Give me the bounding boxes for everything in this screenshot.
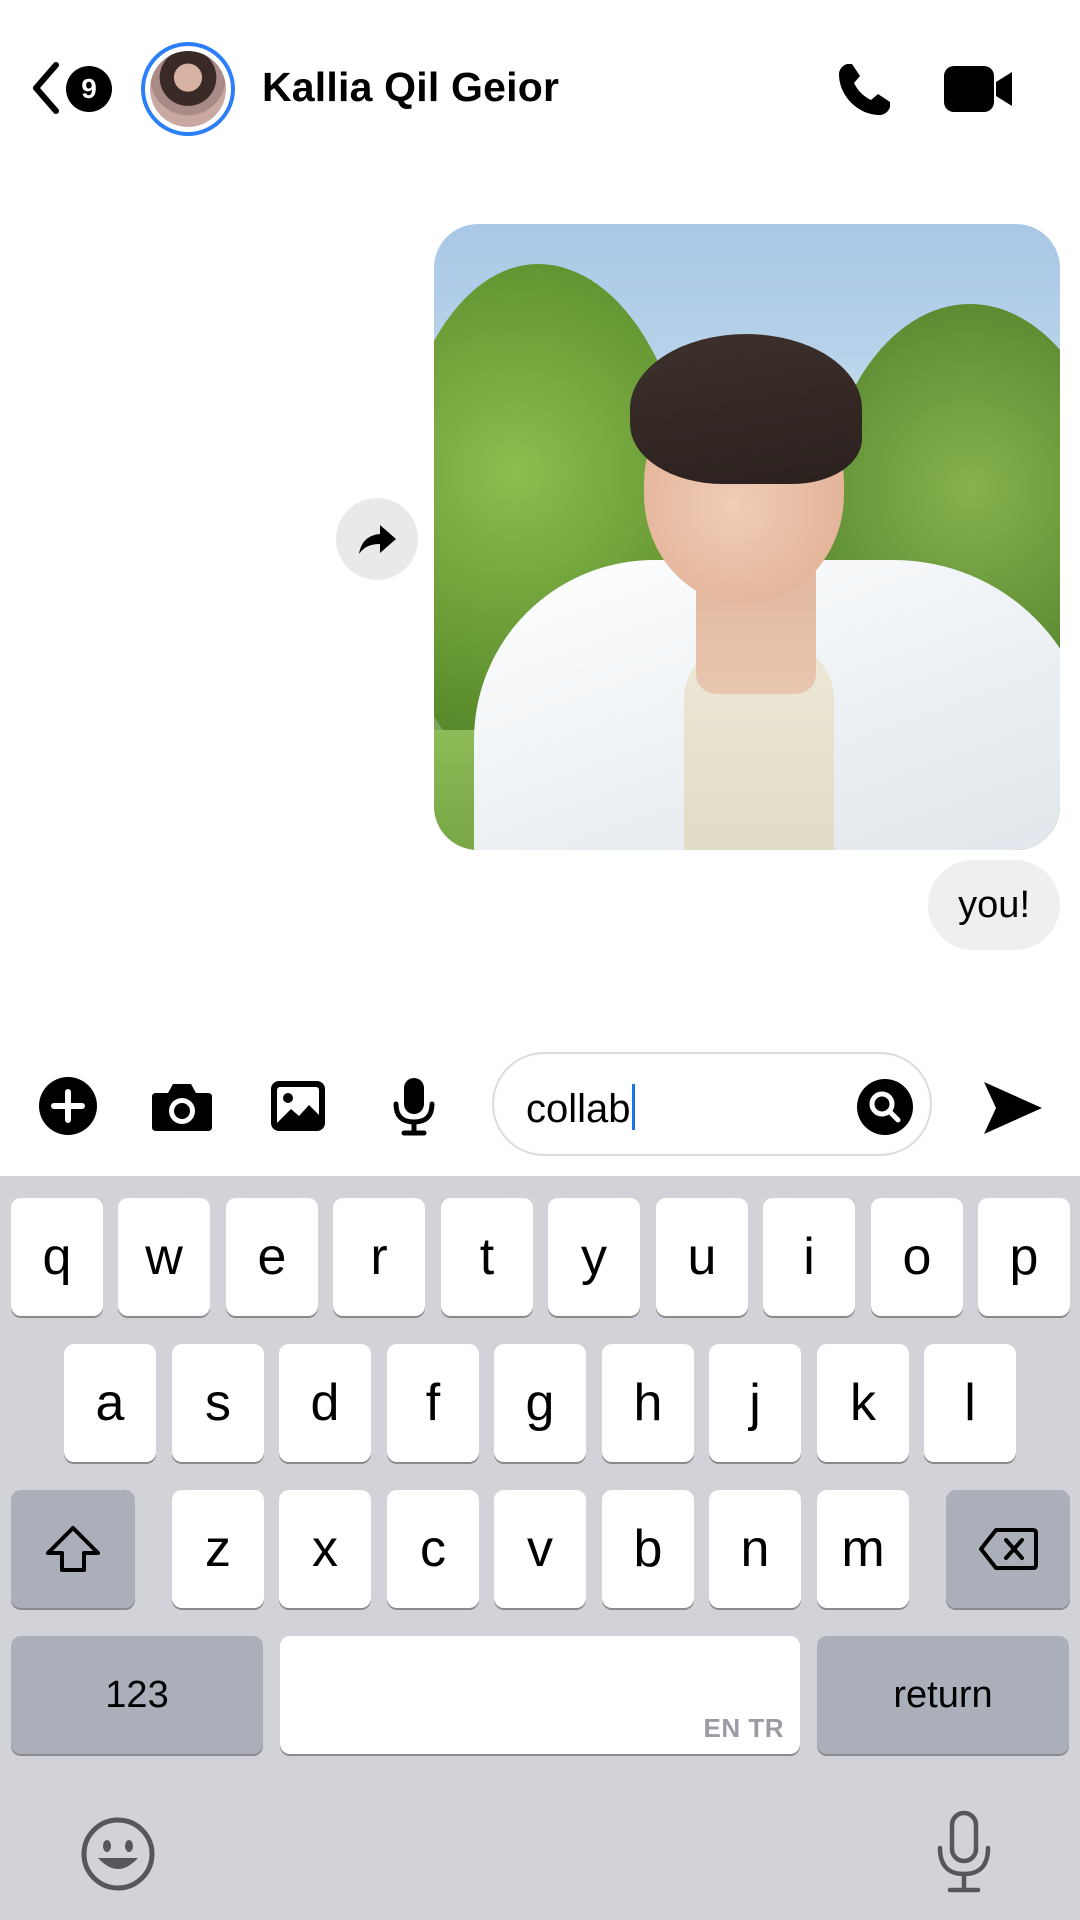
key-l[interactable]: l xyxy=(924,1344,1016,1462)
send-button[interactable] xyxy=(980,1078,1046,1138)
photo-message[interactable] xyxy=(434,224,1060,850)
key-t[interactable]: t xyxy=(441,1198,533,1316)
key-e[interactable]: e xyxy=(226,1198,318,1316)
numbers-key[interactable]: 123 xyxy=(11,1636,263,1754)
add-icon xyxy=(39,1077,97,1135)
key-j[interactable]: j xyxy=(709,1344,801,1462)
key-r[interactable]: r xyxy=(333,1198,425,1316)
microphone-icon xyxy=(393,1078,435,1136)
key-f[interactable]: f xyxy=(387,1344,479,1462)
key-z[interactable]: z xyxy=(172,1490,264,1608)
search-icon xyxy=(857,1079,913,1135)
add-button[interactable] xyxy=(36,1074,100,1138)
key-y[interactable]: y xyxy=(548,1198,640,1316)
return-key[interactable]: return xyxy=(817,1636,1069,1754)
message-input[interactable]: collab xyxy=(492,1052,932,1156)
dictation-mic-icon xyxy=(937,1810,991,1893)
video-camera-icon xyxy=(944,66,1012,112)
key-p[interactable]: p xyxy=(978,1198,1070,1316)
key-b[interactable]: b xyxy=(602,1490,694,1608)
camera-button[interactable] xyxy=(150,1074,214,1138)
shift-icon xyxy=(46,1526,100,1572)
key-d[interactable]: d xyxy=(279,1344,371,1462)
forward-button[interactable] xyxy=(336,498,418,580)
key-i[interactable]: i xyxy=(763,1198,855,1316)
voice-call-button[interactable] xyxy=(834,60,894,120)
key-v[interactable]: v xyxy=(494,1490,586,1608)
key-g[interactable]: g xyxy=(494,1344,586,1462)
video-call-button[interactable] xyxy=(942,62,1014,116)
key-c[interactable]: c xyxy=(387,1490,479,1608)
photo-hair xyxy=(630,334,862,484)
key-n[interactable]: n xyxy=(709,1490,801,1608)
send-icon xyxy=(984,1082,1042,1134)
gallery-button[interactable] xyxy=(266,1074,330,1138)
search-button[interactable] xyxy=(856,1078,914,1136)
message-composer: collab xyxy=(0,1040,1080,1170)
key-k[interactable]: k xyxy=(817,1344,909,1462)
gallery-icon xyxy=(271,1081,325,1131)
contact-avatar[interactable] xyxy=(141,42,235,136)
keyboard-language-tag: EN TR xyxy=(703,1713,784,1743)
key-q[interactable]: q xyxy=(11,1198,103,1316)
avatar-image xyxy=(150,51,226,127)
key-s[interactable]: s xyxy=(172,1344,264,1462)
unread-count-badge: 9 xyxy=(66,66,112,112)
space-key[interactable]: EN TR xyxy=(280,1636,800,1754)
message-bubble[interactable]: you! xyxy=(928,860,1060,950)
voice-message-button[interactable] xyxy=(382,1074,446,1138)
camera-icon xyxy=(152,1084,212,1131)
chevron-left-icon xyxy=(33,62,59,114)
input-value-wrap: collab xyxy=(526,1084,635,1132)
dictation-button[interactable] xyxy=(934,1810,994,1894)
chat-header: 9 Kallia Qil Geior xyxy=(0,0,1080,180)
key-u[interactable]: u xyxy=(656,1198,748,1316)
key-o[interactable]: o xyxy=(871,1198,963,1316)
contact-name[interactable]: Kallia Qil Geior xyxy=(262,64,559,111)
shift-key[interactable] xyxy=(11,1490,135,1608)
emoji-button[interactable] xyxy=(80,1816,156,1892)
backspace-key[interactable] xyxy=(946,1490,1070,1608)
phone-icon xyxy=(839,64,890,115)
key-w[interactable]: w xyxy=(118,1198,210,1316)
text-caret xyxy=(631,1084,635,1130)
key-a[interactable]: a xyxy=(64,1344,156,1462)
input-value: collab xyxy=(526,1087,631,1131)
keyboard: q w e r t y u i o p a s d f g h j k l z … xyxy=(0,1176,1080,1920)
back-button[interactable]: 9 xyxy=(28,56,120,120)
share-arrow-icon xyxy=(359,525,396,554)
emoji-icon xyxy=(81,1817,155,1891)
backspace-icon xyxy=(979,1528,1038,1570)
key-x[interactable]: x xyxy=(279,1490,371,1608)
key-h[interactable]: h xyxy=(602,1344,694,1462)
key-m[interactable]: m xyxy=(817,1490,909,1608)
